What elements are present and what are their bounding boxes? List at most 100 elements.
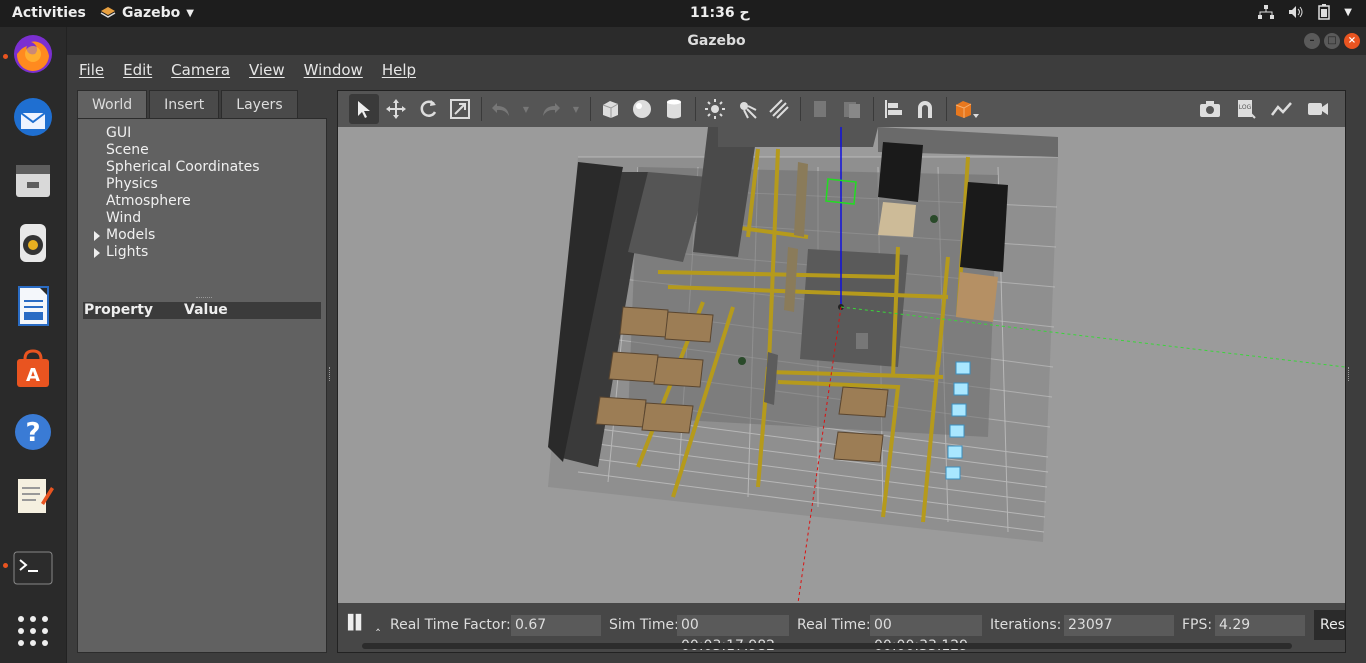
dock-libreoffice-writer[interactable] [8, 281, 58, 331]
scale-icon [450, 99, 470, 119]
scale-mode-button[interactable] [445, 94, 475, 124]
tab-world[interactable]: World [77, 90, 148, 118]
tree-item-models[interactable]: Models [94, 227, 155, 243]
sim-time-label: Sim Time: [609, 617, 679, 633]
box-icon [602, 101, 619, 118]
iterations-label: Iterations: [990, 617, 1062, 633]
dock-firefox[interactable] [8, 29, 58, 79]
pause-button[interactable]: ▌▌ [348, 615, 366, 631]
point-light-button[interactable] [700, 94, 730, 124]
sun-light-icon [705, 99, 725, 119]
menu-help[interactable]: Help [382, 61, 416, 79]
property-table-header: Property Value [83, 302, 321, 319]
undo-button[interactable] [486, 94, 516, 124]
arrow-cursor-icon [358, 101, 370, 118]
menu-window[interactable]: Window [304, 61, 363, 79]
system-tray[interactable]: ▼ [1258, 4, 1352, 20]
tab-insert[interactable]: Insert [149, 90, 220, 118]
undo-icon [492, 103, 509, 116]
copy-icon [814, 101, 826, 117]
undo-history-button[interactable]: ▼ [518, 94, 534, 124]
align-icon [885, 100, 902, 118]
tree-item-scene[interactable]: Scene [106, 142, 149, 158]
software-center-icon: A [17, 349, 49, 387]
expand-arrow-icon[interactable] [94, 248, 100, 258]
paste-icon [844, 102, 860, 118]
screenshot-button[interactable] [1195, 94, 1225, 124]
snap-button[interactable] [910, 94, 940, 124]
menu-edit[interactable]: Edit [123, 61, 152, 79]
real-time-factor-field: 0.67 [511, 615, 601, 636]
directional-light-button[interactable] [764, 94, 794, 124]
dock-show-applications[interactable] [8, 606, 58, 656]
warehouse-world-render[interactable] [338, 127, 1345, 603]
clock[interactable]: 11:36 ح [690, 5, 750, 21]
dock-files[interactable] [8, 155, 58, 205]
3d-scene-render[interactable] [338, 127, 1345, 603]
tree-item-wind[interactable]: Wind [106, 210, 141, 226]
toolbar-separator [590, 97, 591, 121]
tree-item-atmosphere[interactable]: Atmosphere [106, 193, 191, 209]
gnome-top-bar: Activities Gazebo ▼ 11:36 ح ▼ [0, 0, 1366, 27]
box-shape-button[interactable] [595, 94, 625, 124]
plot-button[interactable] [1267, 94, 1297, 124]
svg-text:?: ? [25, 418, 40, 448]
directional-light-icon [769, 99, 789, 119]
redo-button[interactable] [536, 94, 566, 124]
dock-help[interactable]: ? [8, 407, 58, 457]
menu-file[interactable]: File [79, 61, 104, 79]
plot-icon [1271, 102, 1292, 116]
app-menu[interactable]: Gazebo ▼ [100, 5, 194, 21]
horizontal-scrollbar[interactable] [362, 643, 1292, 649]
change-view-angle-button[interactable] [951, 94, 981, 124]
maximize-button[interactable]: □ [1324, 33, 1340, 49]
translate-mode-button[interactable] [381, 94, 411, 124]
toolbar-separator [800, 97, 801, 121]
redo-history-button[interactable]: ▼ [568, 94, 584, 124]
expand-arrow-icon[interactable] [94, 231, 100, 241]
align-button[interactable] [878, 94, 908, 124]
chevron-down-icon: ▼ [1344, 6, 1352, 18]
window-title: Gazebo [687, 33, 746, 49]
reset-time-button[interactable]: Reset [1314, 610, 1345, 640]
select-mode-button[interactable] [349, 94, 379, 124]
paste-button[interactable] [837, 94, 867, 124]
sim-time-field: 00 00:03:17.982 [677, 615, 789, 654]
tree-item-spherical-coordinates[interactable]: Spherical Coordinates [106, 159, 260, 175]
app-grid-icon [18, 616, 48, 646]
chevron-down-icon: ▼ [186, 7, 194, 19]
dock-software[interactable]: A [8, 344, 58, 394]
step-button[interactable]: ‸ [376, 617, 380, 631]
tab-layers[interactable]: Layers [221, 90, 298, 118]
dock-thunderbird[interactable] [8, 92, 58, 142]
spot-light-icon [740, 102, 757, 119]
tree-item-physics[interactable]: Physics [106, 176, 158, 192]
rotate-mode-button[interactable] [413, 94, 443, 124]
cylinder-icon [667, 99, 681, 119]
dock-rhythmbox[interactable] [8, 218, 58, 268]
redo-icon [543, 103, 560, 116]
window-titlebar[interactable]: Gazebo – □ × [67, 27, 1366, 55]
app-menu-label: Gazebo [122, 5, 181, 21]
close-button[interactable]: × [1344, 33, 1360, 49]
panel-splitter-handle[interactable] [329, 367, 333, 381]
tree-item-gui[interactable]: GUI [106, 125, 131, 141]
right-splitter-handle[interactable] [1348, 367, 1352, 381]
menu-camera[interactable]: Camera [171, 61, 230, 79]
video-record-button[interactable] [1303, 94, 1333, 124]
minimize-button[interactable]: – [1304, 33, 1320, 49]
firefox-icon [14, 35, 52, 73]
splitter-handle[interactable] [196, 297, 212, 300]
toolbar-separator [873, 97, 874, 121]
activities-button[interactable]: Activities [12, 5, 86, 21]
sphere-shape-button[interactable] [627, 94, 657, 124]
copy-button[interactable] [805, 94, 835, 124]
spot-light-button[interactable] [732, 94, 762, 124]
dock-text-editor[interactable] [8, 470, 58, 520]
dock-terminal[interactable] [8, 543, 58, 593]
log-icon: LOG [1238, 100, 1256, 119]
menu-view[interactable]: View [249, 61, 285, 79]
tree-item-lights[interactable]: Lights [94, 244, 148, 260]
log-button[interactable]: LOG [1231, 94, 1261, 124]
cylinder-shape-button[interactable] [659, 94, 689, 124]
